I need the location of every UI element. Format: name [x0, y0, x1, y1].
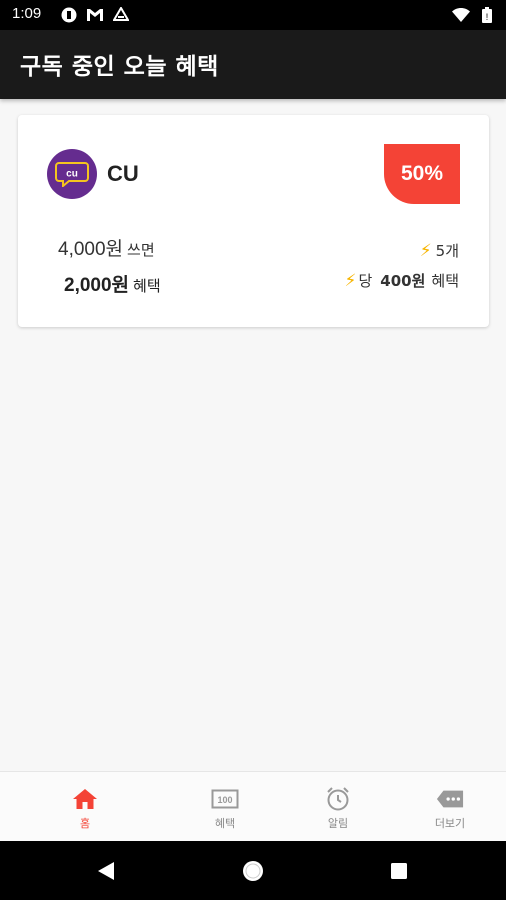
per-prefix: 당: [358, 272, 373, 290]
back-icon[interactable]: [93, 858, 119, 884]
nav-home[interactable]: 홈: [45, 772, 125, 842]
per-label: 혜택: [431, 272, 459, 290]
battery-icon: !: [478, 6, 496, 24]
per-amount: 400원: [380, 272, 426, 290]
spend-condition: 4,000원 쓰면: [58, 234, 155, 261]
home-button-icon[interactable]: [240, 858, 266, 884]
coupon-icon: 100: [211, 786, 239, 812]
cu-logo: cu: [47, 149, 97, 199]
benefit-amount: 2,000원: [64, 275, 130, 296]
svg-text:100: 100: [217, 795, 232, 805]
benefit-summary: 2,000원 혜택: [64, 270, 161, 297]
svg-text:cu: cu: [66, 169, 78, 180]
benefit-count-value: 5개: [435, 242, 459, 260]
app-bar: 구독 중인 오늘 혜택: [0, 30, 506, 99]
lightning-icon: ⚡: [419, 240, 432, 261]
notification-app-icon: [60, 6, 78, 24]
svg-text:!: !: [486, 12, 489, 22]
alarm-icon: [324, 786, 352, 812]
spend-amount: 4,000원: [58, 239, 124, 260]
subscription-card[interactable]: cu CU 50% 4,000원 쓰면 2,000원 혜택 ⚡ 5개 ⚡ 당 400…: [18, 115, 489, 327]
bottom-navigation: 홈 100 혜택 알림 더보기: [0, 771, 506, 842]
recents-icon[interactable]: [386, 858, 412, 884]
nav-label: 더보기: [434, 817, 466, 830]
status-bar: 1:09 !: [0, 0, 506, 30]
gmail-icon: [86, 6, 104, 24]
nav-benefits[interactable]: 100 혜택: [185, 772, 265, 842]
more-icon: [436, 786, 464, 812]
benefit-count: ⚡ 5개: [420, 240, 459, 261]
nav-label: 혜택: [214, 817, 236, 830]
lightning-icon: ⚡: [344, 270, 357, 291]
status-time: 1:09: [12, 5, 42, 22]
brand-name: CU: [107, 161, 139, 186]
nav-label: 홈: [79, 817, 91, 830]
status-notification-icons: [60, 6, 130, 24]
benefit-per-unit: ⚡ 당 400원 혜택: [345, 270, 459, 291]
drive-icon: [112, 6, 130, 24]
nav-alarm[interactable]: 알림: [298, 772, 378, 842]
discount-badge: 50%: [384, 144, 460, 204]
discount-badge-label: 50%: [400, 162, 444, 185]
home-icon: [71, 786, 99, 812]
nav-more[interactable]: 더보기: [410, 772, 490, 842]
page-title: 구독 중인 오늘 혜택: [20, 54, 219, 80]
nav-label: 알림: [327, 817, 349, 830]
system-navigation-bar: [0, 841, 506, 900]
benefit-label: 혜택: [133, 277, 161, 295]
spend-label: 쓰면: [127, 241, 155, 259]
wifi-icon: [452, 6, 470, 24]
status-system-icons: !: [452, 6, 496, 24]
